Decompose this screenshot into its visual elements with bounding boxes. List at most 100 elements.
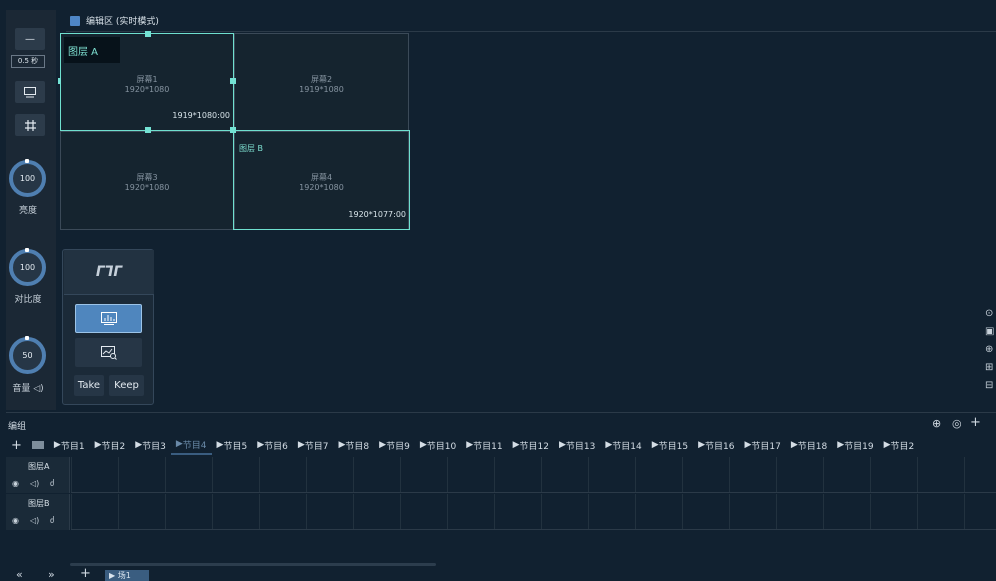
layer-a-handle-right[interactable] (230, 78, 236, 84)
track-a-lane[interactable] (71, 457, 996, 493)
screen-2[interactable]: 屏幕2 1919*1080 (234, 33, 409, 131)
program-tab-label: 节目18 (797, 441, 828, 452)
program-tab-label: 节目14 (612, 441, 642, 452)
duration-field[interactable]: 0.5 秒 (11, 55, 45, 68)
program-tab-label: 节目2 (890, 441, 915, 452)
play-icon: ▶ (837, 440, 845, 450)
program-tab[interactable]: ▶ 节目8 (334, 435, 375, 455)
minus-button[interactable]: — (15, 28, 45, 50)
program-tab[interactable]: ▶ 节目13 (554, 435, 600, 455)
screenshot-icon[interactable]: ⊙ (985, 308, 996, 319)
timeline-scrollbar[interactable] (70, 563, 436, 566)
play-icon: ▶ (94, 440, 102, 450)
layer-a-handle-bottom[interactable] (145, 127, 151, 133)
play-icon: ▶ (135, 440, 143, 450)
contrast-label: 对比度 (14, 295, 42, 305)
add-group-button[interactable]: + (970, 415, 981, 430)
editor-icon (70, 15, 80, 26)
program-tab[interactable]: ▶ 节目2 (90, 435, 131, 455)
last-button[interactable]: » (48, 568, 55, 581)
play-icon: ▶ (419, 440, 427, 450)
brightness-knob[interactable]: 100 (9, 159, 46, 197)
layer-a-handle-top[interactable] (145, 31, 151, 37)
volume-icon[interactable]: ◁) (30, 516, 39, 525)
program-tab[interactable]: ▶ 节目16 (693, 435, 739, 455)
track-b-name: 图层B (28, 499, 50, 508)
preview-button[interactable] (75, 338, 142, 367)
screen-2-res: 1919*1080 (299, 85, 344, 94)
program-tab[interactable]: ▶ 节目18 (786, 435, 832, 455)
program-tab[interactable]: ▶ 节目11 (461, 435, 507, 455)
lock-icon[interactable]: ძ (50, 516, 54, 525)
layer-a-frame[interactable]: 图层 A 1919*1080:00 (58, 31, 236, 133)
program-tab-label: 节目19 (844, 441, 874, 452)
contrast-knob[interactable]: 100 (9, 248, 46, 286)
track-b: 图层B ◉ ◁) ძ (6, 494, 996, 530)
program-icon[interactable] (27, 435, 49, 455)
control-card: ᒥᒣᒥ Take Keep (62, 249, 154, 405)
zoom-out-icon[interactable]: ⊟ (985, 380, 996, 391)
program-tab-label: 节目4 (182, 440, 207, 451)
program-tab[interactable]: ▶ 节目12 (508, 435, 554, 455)
program-tab[interactable]: ▶ 节目17 (739, 435, 785, 455)
program-tab[interactable]: ▶ 节目15 (647, 435, 693, 455)
brightness-value: 100 (19, 174, 36, 183)
take-button[interactable]: Take (74, 375, 104, 396)
play-icon: ▶ (338, 440, 346, 450)
volume-knob[interactable]: 50 (9, 336, 46, 374)
program-tab[interactable]: ▶ 节目5 (212, 435, 253, 455)
program-tab-label: 节目10 (426, 441, 457, 452)
track-b-lane[interactable] (71, 494, 996, 530)
lock-icon[interactable]: ძ (50, 479, 54, 488)
program-tab[interactable]: ▶ 节目6 (252, 435, 293, 455)
program-tab[interactable]: ▶ 节目10 (415, 435, 461, 455)
eye-icon[interactable]: ◉ (12, 516, 19, 525)
program-tab-label: 节目11 (473, 441, 503, 452)
layer-a-size: 1919*1080:00 (172, 111, 230, 120)
keep-button[interactable]: Keep (109, 375, 144, 396)
play-icon: ▶ (651, 440, 659, 450)
program-tab-label: 节目17 (751, 441, 781, 452)
volume-icon[interactable]: ◁) (30, 479, 39, 488)
layer-b-frame[interactable]: 图层 B 1920*1077:00 (233, 130, 410, 230)
program-tab[interactable]: ▶ 节目14 (600, 435, 646, 455)
layer-a-label: 图层 A (64, 37, 120, 63)
location-icon[interactable]: ◎ (952, 417, 962, 430)
play-icon: ▶ (744, 440, 752, 450)
play-icon: ▶ (216, 440, 224, 450)
program-tab-label: 节目7 (304, 441, 329, 452)
target-icon[interactable]: ⊕ (932, 417, 941, 430)
scene-tab[interactable]: ▶ 场1 (105, 570, 149, 581)
program-tab-label: 节目16 (704, 441, 735, 452)
add-scene-button[interactable]: + (80, 566, 91, 581)
first-button[interactable]: « (16, 568, 23, 581)
program-tab-label: 节目3 (142, 441, 166, 452)
fit-screen-icon[interactable]: ▣ (985, 326, 996, 337)
program-tab[interactable]: ▶ 节目2 (879, 435, 920, 455)
program-tab[interactable]: ▶ 节目7 (293, 435, 334, 455)
zoom-in-icon[interactable]: ⊞ (985, 362, 996, 373)
screen-3[interactable]: 屏幕3 1920*1080 (60, 131, 234, 230)
grid-button[interactable] (15, 114, 45, 136)
program-tab[interactable]: ▶ 节目1 (49, 435, 90, 455)
add-program-button[interactable]: + (6, 435, 27, 455)
program-tab[interactable]: ▶ 节目9 (374, 435, 415, 455)
program-tab-label: 节目2 (101, 441, 126, 452)
play-icon: ▶ (257, 440, 265, 450)
eye-icon[interactable]: ◉ (12, 479, 19, 488)
program-tab[interactable]: ▶ 节目3 (130, 435, 171, 455)
monitor-button[interactable] (15, 81, 45, 103)
minus-label: — (25, 33, 35, 45)
crosshair-icon[interactable]: ⊕ (985, 344, 996, 355)
layer-a-handle-left[interactable] (58, 78, 61, 84)
play-icon: ▶ (512, 440, 520, 450)
track-a-header[interactable]: 图层A ◉ ◁) ძ (6, 457, 70, 493)
program-tabs: + ▶ 节目1 ▶ 节目2 ▶ 节目3 ▶ 节目4 ▶ 节目5 ▶ 节目6 ▶ 节目7 ▶ 节… (6, 435, 996, 455)
program-tab[interactable]: ▶ 节目4 (170, 435, 212, 455)
chart-button[interactable] (75, 304, 142, 333)
program-tab[interactable]: ▶ 节目19 (832, 435, 878, 455)
take-label: Take (77, 380, 101, 391)
volume-value: 50 (22, 351, 33, 360)
contrast-value: 100 (19, 263, 36, 272)
track-b-header[interactable]: 图层B ◉ ◁) ძ (6, 494, 70, 530)
